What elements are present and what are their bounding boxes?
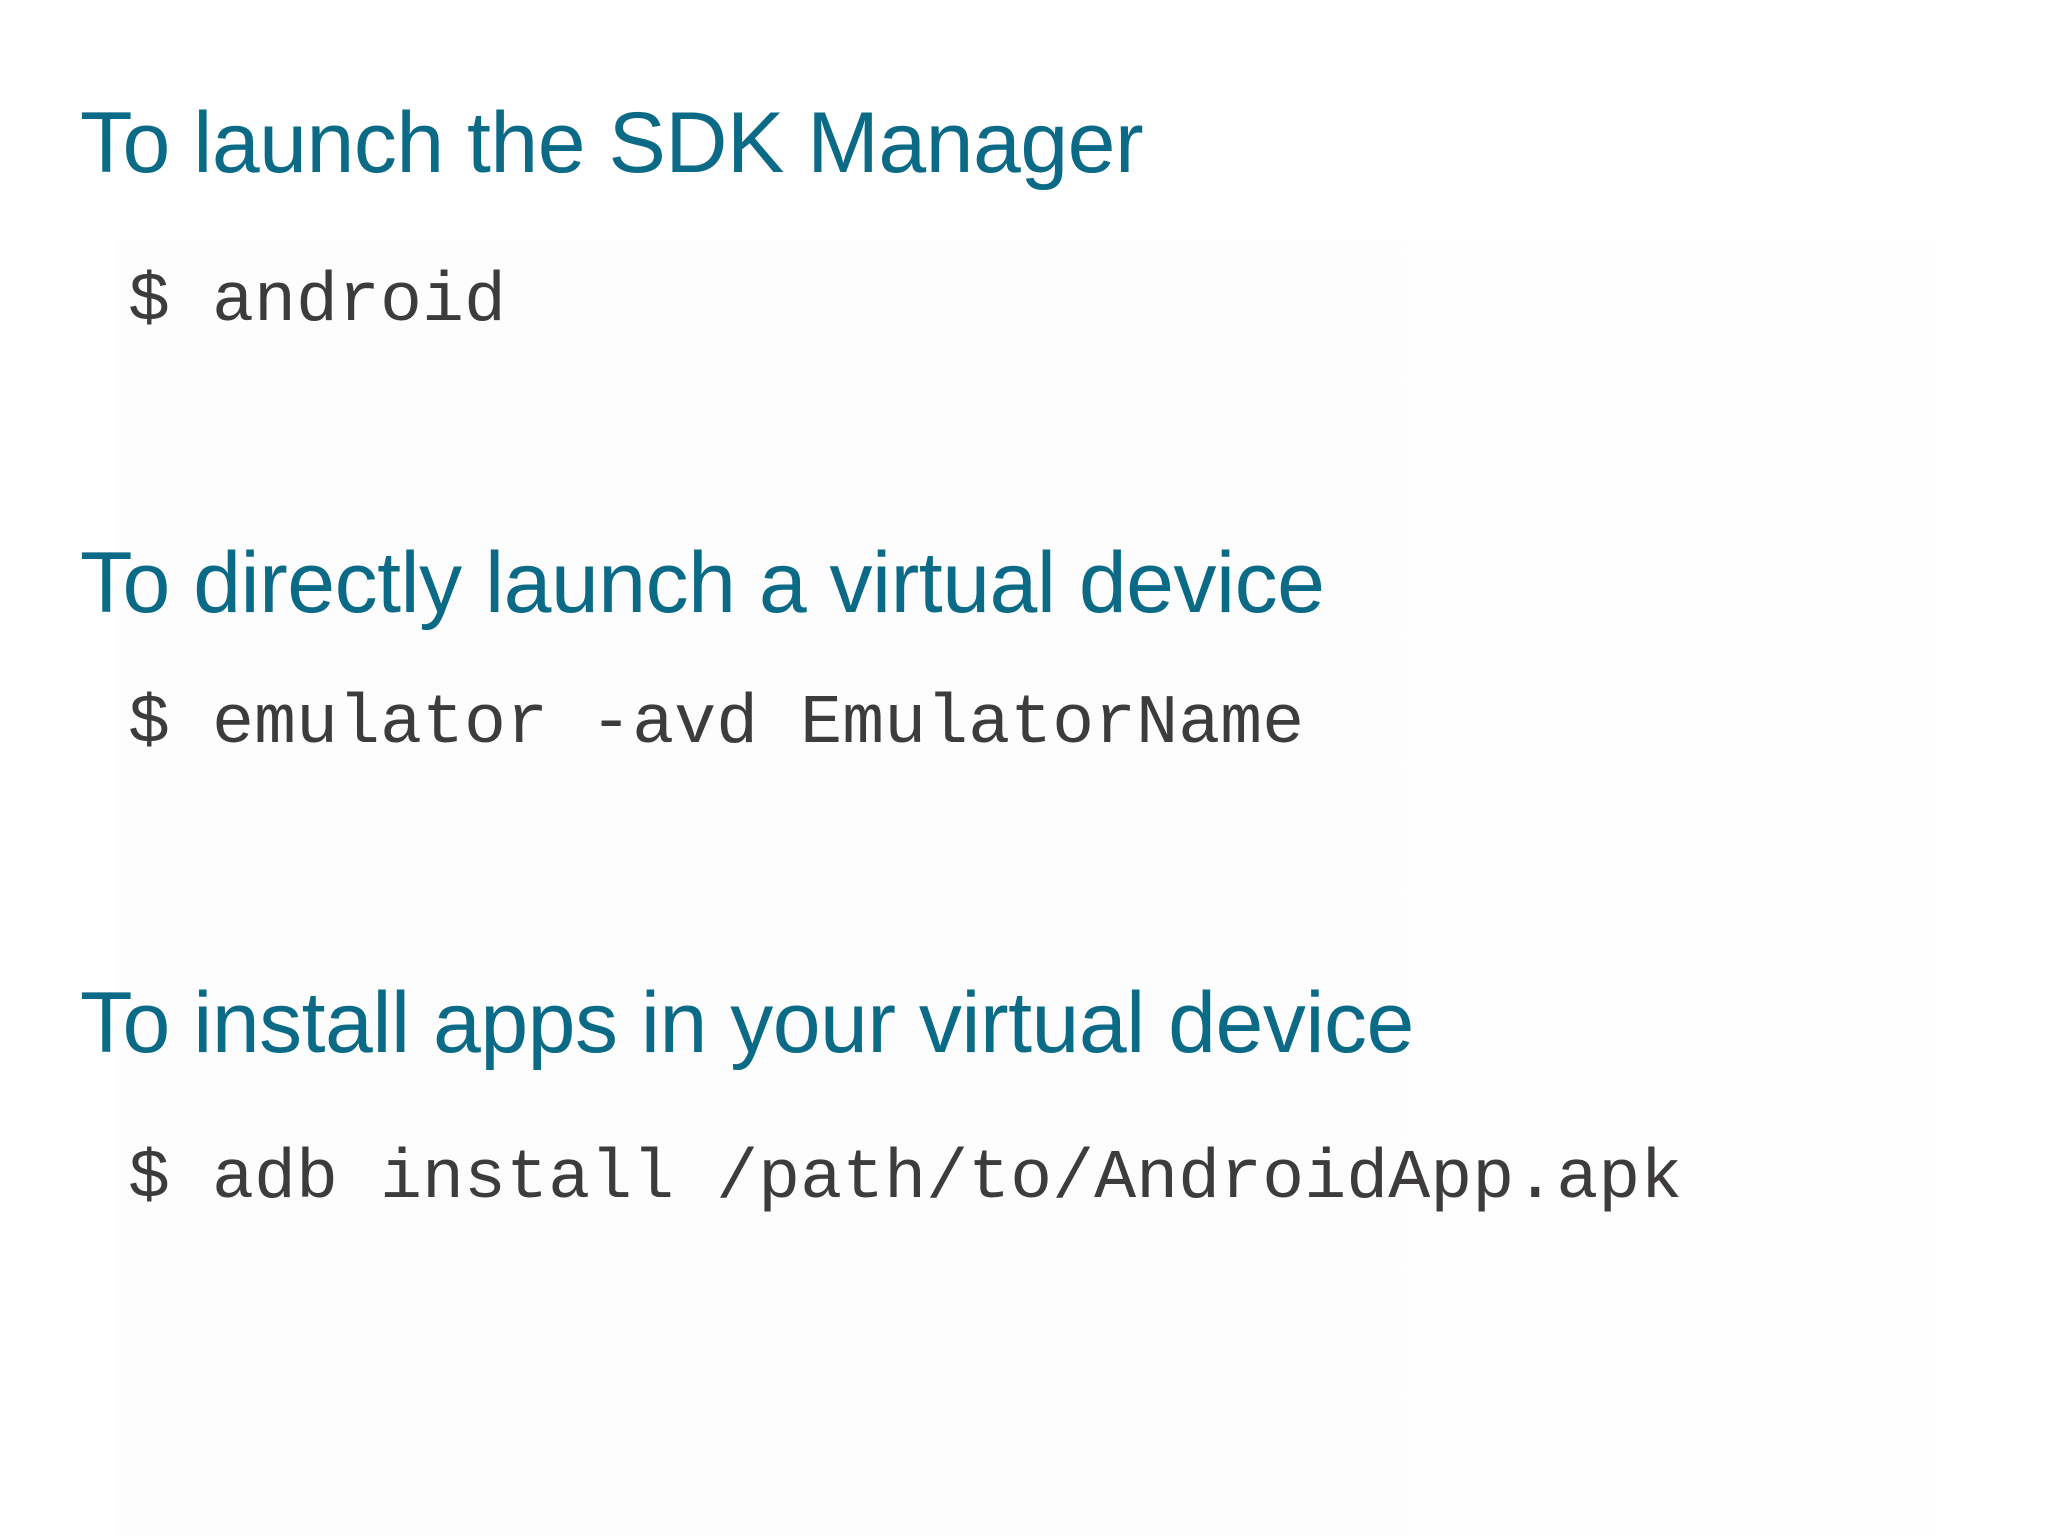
shell-prompt: $ (128, 1140, 171, 1219)
command-line-emulator: $ emulator -avd EmulatorName (128, 690, 1304, 760)
command-line-android: $ android (128, 268, 506, 338)
command-text: adb install /path/to/AndroidApp.apk (212, 1140, 1683, 1219)
command-line-adb-install: $ adb install /path/to/AndroidApp.apk (128, 1145, 1682, 1215)
shell-prompt: $ (128, 685, 171, 764)
command-text: emulator -avd EmulatorName (212, 685, 1305, 764)
slide: To launch the SDK Manager $ android To di… (0, 0, 2048, 1536)
section-heading-install-apps: To install apps in your virtual device (80, 975, 1414, 1071)
section-heading-sdk-manager: To launch the SDK Manager (80, 95, 1144, 191)
code-panel-background (115, 240, 2048, 1536)
command-text: android (212, 263, 507, 342)
section-heading-launch-virtual-device: To directly launch a virtual device (80, 535, 1325, 631)
shell-prompt: $ (128, 263, 171, 342)
